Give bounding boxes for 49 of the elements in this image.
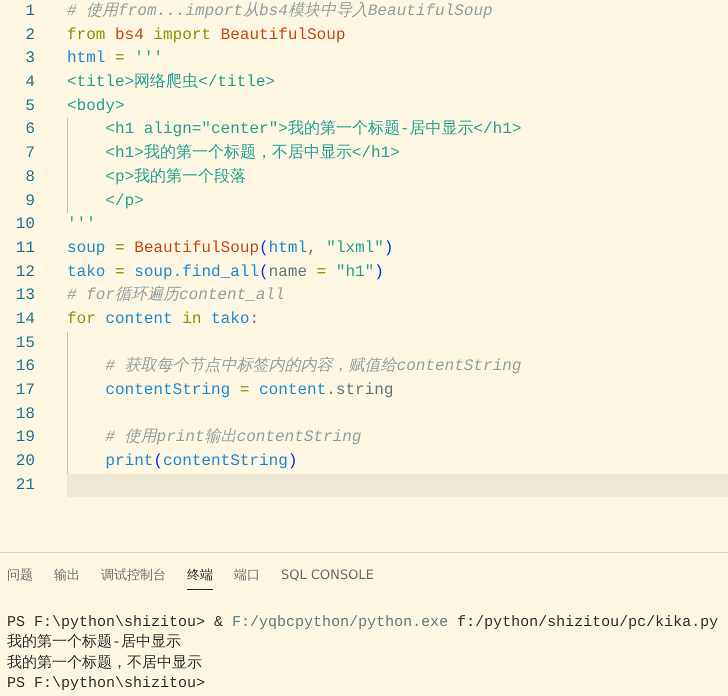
terminal-line: PS F:\python\shizitou> <box>7 674 206 694</box>
terminal-line: PS F:\python\shizitou> & F:/yqbcpython/python.exe f:/python/shizitou/pc/kika.py <box>7 613 720 633</box>
line-number: 21 <box>14 474 35 496</box>
line-number: 17 <box>14 380 35 401</box>
line-number: 11 <box>14 238 35 259</box>
panel-tab[interactable]: 端口 <box>234 562 260 590</box>
panel-tab[interactable]: 问题 <box>7 562 33 590</box>
terminal-line: 我的第一个标题，不居中显示 <box>7 654 203 674</box>
code-line: tako = soup.find_all(name = "h1") <box>67 262 385 283</box>
line-number: 10 <box>14 214 35 236</box>
line-number: 20 <box>14 451 35 472</box>
panel-tab[interactable]: SQL CONSOLE <box>281 562 374 590</box>
line-number: 14 <box>14 308 35 330</box>
code-line: soup = BeautifulSoup(html, "lxml") <box>67 238 394 259</box>
line-number: 13 <box>14 285 35 306</box>
line-number: 19 <box>14 427 35 448</box>
panel-tab[interactable]: 终端 <box>187 562 213 590</box>
line-number: 7 <box>24 143 35 164</box>
code-line: ''' <box>67 214 97 236</box>
code-line: html = ''' <box>67 48 164 70</box>
code-line: <title>网络爬虫</title> <box>67 72 276 94</box>
line-number: 15 <box>14 332 35 354</box>
code-line: # 获取每个节点中标签内的内容，赋值给contentString <box>105 356 522 378</box>
line-number: 16 <box>14 356 35 378</box>
code-line: <body> <box>67 96 126 117</box>
code-line: # for循环遍历content_all <box>67 284 286 306</box>
code-line: <p>我的第一个段落 <box>105 166 248 188</box>
code-line: # 使用from...import从bs4模块中导入BeautifulSoup <box>67 0 494 22</box>
terminal-line: 我的第一个标题-居中显示 <box>7 633 182 654</box>
line-number: 8 <box>24 166 35 188</box>
line-number: 2 <box>24 24 35 46</box>
code-line: for content in tako: <box>67 308 260 330</box>
code-line: </p> <box>105 190 145 212</box>
code-line: contentString = content.string <box>105 380 394 401</box>
code-line: from bs4 import BeautifulSoup <box>67 24 346 46</box>
panel-tab[interactable]: 输出 <box>54 562 80 590</box>
code-line: <h1 align="center">我的第一个标题-居中显示</h1> <box>105 118 522 140</box>
line-number: 9 <box>24 190 35 212</box>
line-number: 6 <box>24 119 35 140</box>
code-line: print(contentString) <box>105 451 298 472</box>
line-number: 3 <box>24 48 35 70</box>
line-number: 5 <box>24 96 35 117</box>
line-number: 18 <box>14 404 35 425</box>
panel-tab[interactable]: 调试控制台 <box>101 562 166 590</box>
code-line: # 使用print输出contentString <box>105 426 362 448</box>
line-number: 1 <box>24 1 35 22</box>
code-line: <h1>我的第一个标题，不居中显示</h1> <box>105 142 401 164</box>
line-number: 12 <box>14 262 35 283</box>
line-number: 4 <box>24 72 35 94</box>
